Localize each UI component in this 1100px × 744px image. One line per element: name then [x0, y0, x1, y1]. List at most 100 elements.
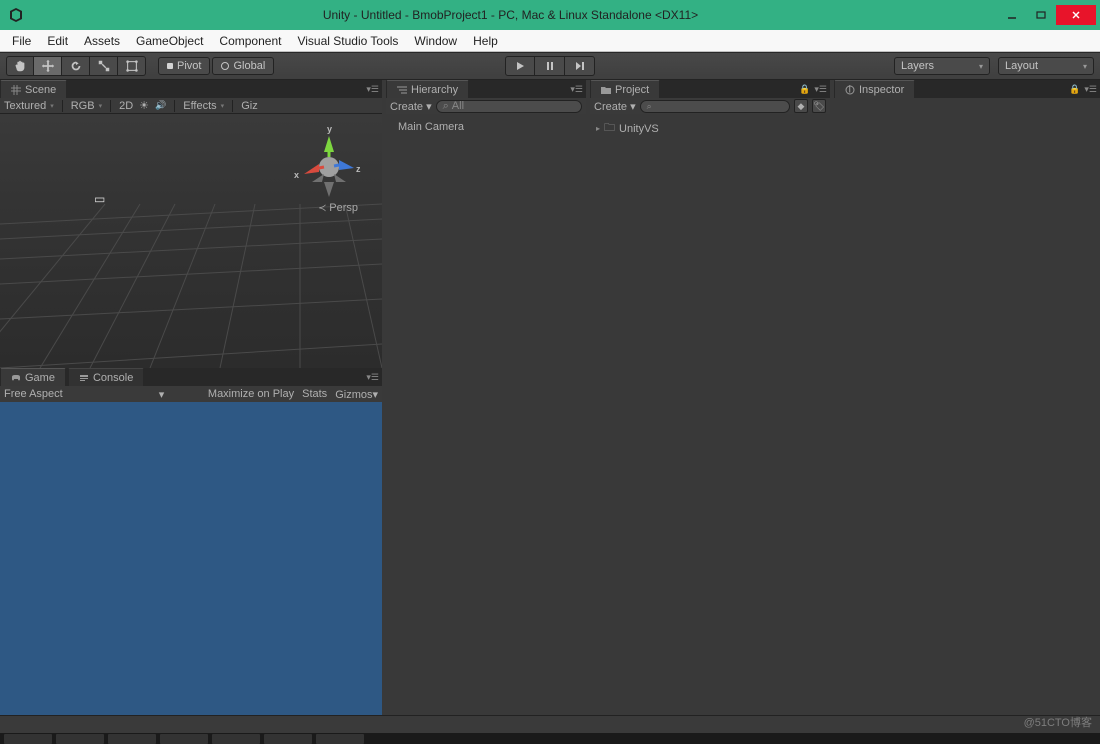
project-tab-options[interactable]: 🔒▾☰	[796, 80, 830, 98]
menu-edit[interactable]: Edit	[39, 31, 76, 51]
project-search[interactable]: ⌕	[640, 100, 790, 113]
game-view[interactable]	[0, 402, 382, 715]
project-item-label: UnityVS	[619, 123, 659, 135]
menu-assets[interactable]: Assets	[76, 31, 128, 51]
taskbar-icon[interactable]	[160, 734, 208, 744]
search-placeholder: All	[452, 100, 464, 112]
hierarchy-create-dropdown[interactable]: Create ▾	[390, 100, 432, 113]
close-button[interactable]	[1056, 5, 1096, 25]
maximize-button[interactable]	[1027, 5, 1055, 25]
expand-icon[interactable]: ▸	[596, 124, 600, 133]
chevron-down-icon: ▾	[50, 102, 54, 110]
menu-component[interactable]: Component	[211, 31, 289, 51]
aspect-dropdown[interactable]: Free Aspect	[4, 388, 63, 400]
global-toggle[interactable]: Global	[212, 57, 274, 75]
taskbar-icon[interactable]	[4, 734, 52, 744]
shading-mode-dropdown[interactable]: Textured▾	[4, 100, 54, 112]
layout-label: Layout	[1005, 60, 1038, 72]
minimize-button[interactable]	[998, 5, 1026, 25]
2d-toggle[interactable]: 2D	[119, 100, 133, 112]
tab-console[interactable]: Console	[68, 368, 144, 386]
hierarchy-toolbar: Create ▾ ⌕All	[386, 98, 586, 114]
audio-icon[interactable]: 🔊	[155, 100, 166, 111]
play-button[interactable]	[505, 56, 535, 76]
layers-label: Layers	[901, 60, 934, 72]
lock-icon[interactable]: 🔒	[1069, 84, 1080, 95]
main-area: Scene ▾☰ Textured▾ RGB▾ 2D ☀ 🔊 Effects▾ …	[0, 80, 1100, 715]
rect-tool[interactable]	[118, 56, 146, 76]
tab-game[interactable]: Game	[0, 368, 66, 386]
game-gizmos-dropdown[interactable]: Gizmos▾	[335, 388, 378, 401]
inspector-tabbar: i Inspector 🔒▾☰	[834, 80, 1100, 98]
project-body[interactable]: ▸ 🗀 UnityVS	[590, 114, 830, 715]
hierarchy-tabbar: Hierarchy ▾☰	[386, 80, 586, 98]
stats-toggle[interactable]: Stats	[302, 388, 327, 401]
orientation-gizmo[interactable]: y x z	[294, 122, 364, 212]
render-mode-dropdown[interactable]: RGB▾	[71, 100, 102, 112]
step-button[interactable]	[565, 56, 595, 76]
scene-tab-options[interactable]: ▾☰	[363, 80, 382, 98]
console-tab-label: Console	[93, 372, 133, 384]
camera-gizmo-icon[interactable]: ▭	[94, 192, 105, 206]
unity-logo-icon	[8, 7, 24, 23]
rotate-tool[interactable]	[62, 56, 90, 76]
taskbar-icon[interactable]	[212, 734, 260, 744]
scene-tabbar: Scene ▾☰	[0, 80, 382, 98]
os-taskbar	[0, 733, 1100, 744]
layers-dropdown[interactable]: Layers ▾	[894, 57, 990, 75]
chevron-down-icon: ▾	[630, 101, 636, 113]
inspector-tab-options[interactable]: 🔒▾☰	[1066, 80, 1100, 98]
chevron-down-icon: ▾	[426, 101, 432, 113]
play-controls	[505, 56, 595, 76]
taskbar-icon[interactable]	[316, 734, 364, 744]
chevron-down-icon: ▾	[979, 62, 983, 71]
pause-button[interactable]	[535, 56, 565, 76]
chevron-down-icon: ▾	[221, 102, 225, 110]
tab-hierarchy[interactable]: Hierarchy	[386, 80, 469, 98]
layout-dropdown[interactable]: Layout▾	[998, 57, 1094, 75]
menu-vstools[interactable]: Visual Studio Tools	[289, 31, 406, 51]
project-icon	[601, 85, 611, 95]
gizmos-dropdown[interactable]: Giz	[241, 100, 258, 112]
svg-text:i: i	[849, 85, 851, 95]
menubar: File Edit Assets GameObject Component Vi…	[0, 30, 1100, 52]
filter-by-label-button[interactable]: 🏷	[812, 99, 826, 113]
menu-help[interactable]: Help	[465, 31, 506, 51]
pivot-toggle[interactable]: Pivot	[158, 57, 210, 75]
inspector-body[interactable]	[834, 98, 1100, 715]
hierarchy-tab-options[interactable]: ▾☰	[567, 80, 586, 98]
inspector-icon: i	[845, 85, 855, 95]
tab-scene[interactable]: Scene	[0, 80, 67, 98]
global-icon	[221, 62, 229, 70]
menu-window[interactable]: Window	[406, 31, 465, 51]
hand-tool[interactable]	[6, 56, 34, 76]
scene-icon	[11, 85, 21, 95]
project-item[interactable]: ▸ 🗀 UnityVS	[594, 118, 826, 139]
menu-file[interactable]: File	[4, 31, 39, 51]
project-create-dropdown[interactable]: Create ▾	[594, 100, 636, 113]
scale-tool[interactable]	[90, 56, 118, 76]
taskbar-icon[interactable]	[264, 734, 312, 744]
filter-by-type-button[interactable]: ◆	[794, 99, 808, 113]
lighting-icon[interactable]: ☀	[139, 99, 149, 112]
menu-gameobject[interactable]: GameObject	[128, 31, 211, 51]
hierarchy-search[interactable]: ⌕All	[436, 100, 582, 113]
effects-dropdown[interactable]: Effects▾	[183, 100, 224, 112]
tab-project[interactable]: Project	[590, 80, 660, 98]
toolbar: Pivot Global Layers ▾ Layout▾	[0, 52, 1100, 80]
game-toolbar: Free Aspect ▾ Maximize on Play Stats Giz…	[0, 386, 382, 402]
perspective-label[interactable]: ≺ Persp	[318, 202, 358, 214]
lock-icon[interactable]: 🔒	[799, 84, 810, 95]
hierarchy-item[interactable]: Main Camera	[390, 120, 582, 134]
svg-text:x: x	[294, 170, 299, 180]
project-toolbar: Create ▾ ⌕ ◆ 🏷	[590, 98, 830, 114]
game-tab-options[interactable]: ▾☰	[363, 368, 382, 386]
taskbar-icon[interactable]	[108, 734, 156, 744]
tab-inspector[interactable]: i Inspector	[834, 80, 915, 98]
global-label: Global	[233, 60, 265, 72]
move-tool[interactable]	[34, 56, 62, 76]
maximize-on-play-toggle[interactable]: Maximize on Play	[208, 388, 294, 401]
scene-view[interactable]: ▭ y x z ≺ Persp	[0, 114, 382, 368]
hierarchy-body[interactable]: Main Camera	[386, 114, 586, 715]
taskbar-icon[interactable]	[56, 734, 104, 744]
